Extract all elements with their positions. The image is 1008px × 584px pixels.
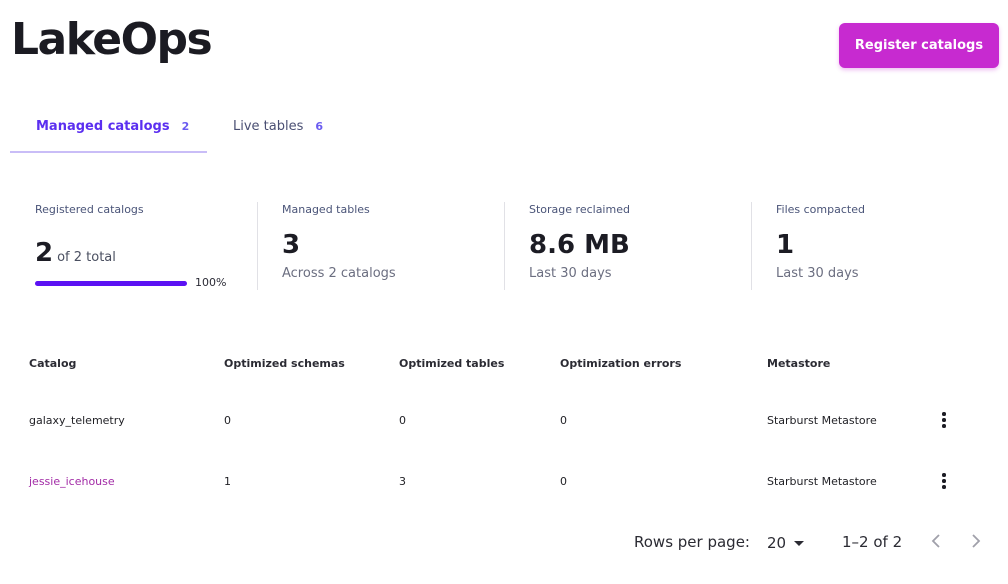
metastore-value: Starburst Metastore <box>767 475 877 488</box>
stat-managed-tables: Managed tables 3 Across 2 catalogs <box>282 203 482 293</box>
column-header-optimized-tables[interactable]: Optimized tables <box>399 357 504 370</box>
rows-per-page-value: 20 <box>767 534 787 552</box>
optimized-schemas-value: 1 <box>224 475 231 488</box>
optimization-errors-value: 0 <box>560 414 567 427</box>
chevron-right-icon[interactable] <box>964 529 988 553</box>
stat-divider <box>751 202 752 290</box>
stat-label: Registered catalogs <box>35 203 144 216</box>
chevron-left-icon[interactable] <box>924 529 948 553</box>
stat-value: 2 <box>35 238 54 268</box>
more-vertical-icon[interactable] <box>937 408 951 432</box>
tab-managed-catalogs[interactable]: Managed catalogs 2 <box>10 100 207 152</box>
register-catalogs-button[interactable]: Register catalogs <box>839 23 999 68</box>
progress-bar <box>35 281 187 286</box>
catalog-name-link[interactable]: jessie_icehouse <box>29 475 115 488</box>
stat-value: 3 <box>282 230 301 260</box>
rows-per-page-label: Rows per page: <box>634 533 750 551</box>
optimized-tables-value: 0 <box>399 414 406 427</box>
stat-divider <box>257 202 258 290</box>
stat-label: Storage reclaimed <box>529 203 630 216</box>
optimized-schemas-value: 0 <box>224 414 231 427</box>
progress-percent: 100% <box>195 276 227 289</box>
stat-value: 8.6 MB <box>529 230 630 260</box>
stat-divider <box>504 202 505 290</box>
stat-storage-reclaimed: Storage reclaimed 8.6 MB Last 30 days <box>529 203 729 293</box>
tab-label: Managed catalogs <box>36 118 170 134</box>
stat-registered-catalogs: Registered catalogs 2 of 2 total 100% <box>35 203 235 293</box>
tab-label: Live tables <box>233 118 304 134</box>
column-header-catalog[interactable]: Catalog <box>29 357 76 370</box>
stat-of-total: of 2 total <box>57 250 116 265</box>
metastore-value: Starburst Metastore <box>767 414 877 427</box>
stat-label: Managed tables <box>282 203 370 216</box>
catalog-name[interactable]: galaxy_telemetry <box>29 414 125 427</box>
optimization-errors-value: 0 <box>560 475 567 488</box>
pagination-range: 1–2 of 2 <box>842 533 903 551</box>
page-title: LakeOps <box>11 14 213 65</box>
more-vertical-icon[interactable] <box>937 469 951 493</box>
column-header-optimization-errors[interactable]: Optimization errors <box>560 357 681 370</box>
stat-files-compacted: Files compacted 1 Last 30 days <box>776 203 976 293</box>
stat-subtext: Last 30 days <box>529 266 612 281</box>
tab-live-tables[interactable]: Live tables 6 <box>207 100 347 152</box>
caret-down-icon <box>794 540 805 546</box>
stat-subtext: Last 30 days <box>776 266 859 281</box>
column-header-optimized-schemas[interactable]: Optimized schemas <box>224 357 345 370</box>
tab-count-badge: 6 <box>315 119 324 133</box>
optimized-tables-value: 3 <box>399 475 406 488</box>
column-header-metastore[interactable]: Metastore <box>767 357 830 370</box>
progress-fill <box>35 281 187 286</box>
stat-value: 1 <box>776 230 795 260</box>
active-tab-indicator <box>10 151 207 153</box>
rows-per-page-select[interactable]: 20 <box>767 533 805 553</box>
stat-subtext: Across 2 catalogs <box>282 266 396 281</box>
tab-count-badge: 2 <box>181 119 190 133</box>
stat-label: Files compacted <box>776 203 865 216</box>
tab-bar: Managed catalogs 2 Live tables 6 <box>10 100 1000 154</box>
